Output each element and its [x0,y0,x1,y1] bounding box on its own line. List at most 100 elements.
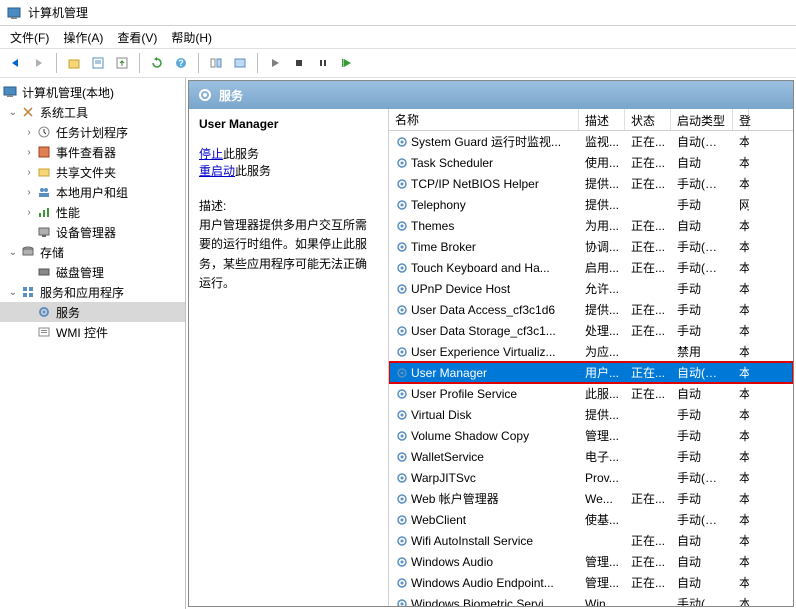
show-hide-button[interactable] [205,52,227,74]
tree-services[interactable]: 服务 [0,302,185,322]
service-startup: 手动 [671,448,733,465]
expander-closed-icon[interactable]: › [22,167,36,178]
expander-open-icon[interactable]: ⌄ [6,287,20,298]
restart-service-button[interactable] [336,52,358,74]
service-desc: 提供... [579,196,625,213]
expander-closed-icon[interactable]: › [22,147,36,158]
service-login: 本 [733,532,749,549]
expander-closed-icon[interactable]: › [22,187,36,198]
forward-button[interactable] [28,52,50,74]
service-login: 本 [733,574,749,591]
expander-open-icon[interactable]: ⌄ [6,247,20,258]
service-desc: 启用... [579,259,625,276]
menu-view[interactable]: 查看(V) [111,27,163,48]
service-row[interactable]: User Experience Virtualiz...为应...禁用本 [389,341,793,362]
service-login: 本 [733,595,749,606]
tree-label: 任务计划程序 [56,124,128,141]
service-name: User Manager [411,366,487,380]
tree-disk-mgmt[interactable]: 磁盘管理 [0,262,185,282]
start-service-button[interactable] [264,52,286,74]
expander-closed-icon[interactable]: › [22,127,36,138]
service-row[interactable]: WebClient使基...手动(触发...本 [389,509,793,530]
service-row[interactable]: Time Broker协调...正在...手动(触发...本 [389,236,793,257]
service-name-cell: Telephony [389,198,579,212]
export-button[interactable] [111,52,133,74]
properties-button[interactable] [87,52,109,74]
tree-system-tools[interactable]: ⌄ 系统工具 [0,102,185,122]
service-row[interactable]: Windows Audio Endpoint...管理...正在...自动本 [389,572,793,593]
col-startup[interactable]: 启动类型 [671,109,733,130]
tree-device-manager[interactable]: 设备管理器 [0,222,185,242]
tree-event-viewer[interactable]: › 事件查看器 [0,142,185,162]
service-name-cell: Touch Keyboard and Ha... [389,261,579,275]
service-name-cell: Time Broker [389,240,579,254]
tree-task-scheduler[interactable]: › 任务计划程序 [0,122,185,142]
service-row[interactable]: Volume Shadow Copy管理...手动本 [389,425,793,446]
service-row[interactable]: TCP/IP NetBIOS Helper提供...正在...手动(触发...本 [389,173,793,194]
expander-closed-icon[interactable]: › [22,207,36,218]
service-startup: 手动(触发... [671,469,733,486]
menu-action[interactable]: 操作(A) [57,27,109,48]
services-list: 名称 描述 状态 启动类型 登 System Guard 运行时监视...监视.… [389,109,793,606]
pause-service-button[interactable] [312,52,334,74]
service-row[interactable]: User Manager用户...正在...自动(触发...本 [389,362,793,383]
tree-performance[interactable]: › 性能 [0,202,185,222]
service-name: Wifi AutoInstall Service [411,534,533,548]
col-desc[interactable]: 描述 [579,109,625,130]
toolbar-separator [139,53,140,73]
service-name: Windows Biometric Servi... [411,597,554,607]
service-row[interactable]: System Guard 运行时监视...监视...正在...自动(延迟...本 [389,131,793,152]
tree-services-apps[interactable]: ⌄ 服务和应用程序 [0,282,185,302]
up-button[interactable] [63,52,85,74]
col-login[interactable]: 登 [733,109,749,130]
show-hide-2-button[interactable] [229,52,251,74]
tree-shared-folders[interactable]: › 共享文件夹 [0,162,185,182]
col-name[interactable]: 名称 [389,109,579,130]
service-row[interactable]: WalletService电子...手动本 [389,446,793,467]
refresh-button[interactable] [146,52,168,74]
menu-file[interactable]: 文件(F) [4,27,55,48]
service-row[interactable]: Telephony提供...手动网 [389,194,793,215]
service-login: 本 [733,238,749,255]
tree-root[interactable]: 计算机管理(本地) [0,82,185,102]
stop-suffix: 此服务 [223,147,259,161]
service-row[interactable]: User Profile Service此服...正在...自动本 [389,383,793,404]
service-name: WarpJITSvc [411,471,476,485]
gear-icon [395,450,409,464]
detail-description: 描述: 用户管理器提供多用户交互所需要的运行时组件。如果停止此服务，某些应用程序… [199,197,378,293]
service-name-cell: Windows Audio [389,555,579,569]
right-panel: 服务 User Manager 停止此服务 重启动此服务 描述: 用户管理器提供… [188,80,794,607]
service-row[interactable]: Windows Biometric Servi...Win...手动(触发...… [389,593,793,606]
expander-open-icon[interactable]: ⌄ [6,107,20,118]
service-row[interactable]: Web 帐户管理器We...正在...手动本 [389,488,793,509]
service-row[interactable]: Windows Audio管理...正在...自动本 [389,551,793,572]
help-button[interactable]: ? [170,52,192,74]
service-row[interactable]: Wifi AutoInstall Service正在...自动本 [389,530,793,551]
list-body[interactable]: System Guard 运行时监视...监视...正在...自动(延迟...本… [389,131,793,606]
service-row[interactable]: User Data Storage_cf3c1...处理...正在...手动本 [389,320,793,341]
titlebar: 计算机管理 [0,0,796,26]
gear-icon [395,408,409,422]
restart-service-link[interactable]: 重启动 [199,164,235,178]
service-startup: 自动(触发... [671,364,733,381]
service-row[interactable]: Task Scheduler使用...正在...自动本 [389,152,793,173]
stop-service-link[interactable]: 停止 [199,147,223,161]
service-row[interactable]: UPnP Device Host允许...手动本 [389,278,793,299]
service-row[interactable]: Touch Keyboard and Ha...启用...正在...手动(触发.… [389,257,793,278]
service-row[interactable]: User Data Access_cf3c1d6提供...正在...手动本 [389,299,793,320]
back-button[interactable] [4,52,26,74]
service-name-cell: System Guard 运行时监视... [389,133,579,150]
service-desc: Win... [579,597,625,607]
service-startup: 自动 [671,217,733,234]
tree-local-users[interactable]: › 本地用户和组 [0,182,185,202]
service-row[interactable]: WarpJITSvcProv...手动(触发...本 [389,467,793,488]
service-row[interactable]: Virtual Disk提供...手动本 [389,404,793,425]
gear-icon [395,513,409,527]
service-row[interactable]: Themes为用...正在...自动本 [389,215,793,236]
tree-storage[interactable]: ⌄ 存储 [0,242,185,262]
service-name: User Profile Service [411,387,517,401]
menu-help[interactable]: 帮助(H) [165,27,218,48]
tree-wmi[interactable]: WMI 控件 [0,322,185,342]
col-status[interactable]: 状态 [625,109,671,130]
stop-service-button[interactable] [288,52,310,74]
